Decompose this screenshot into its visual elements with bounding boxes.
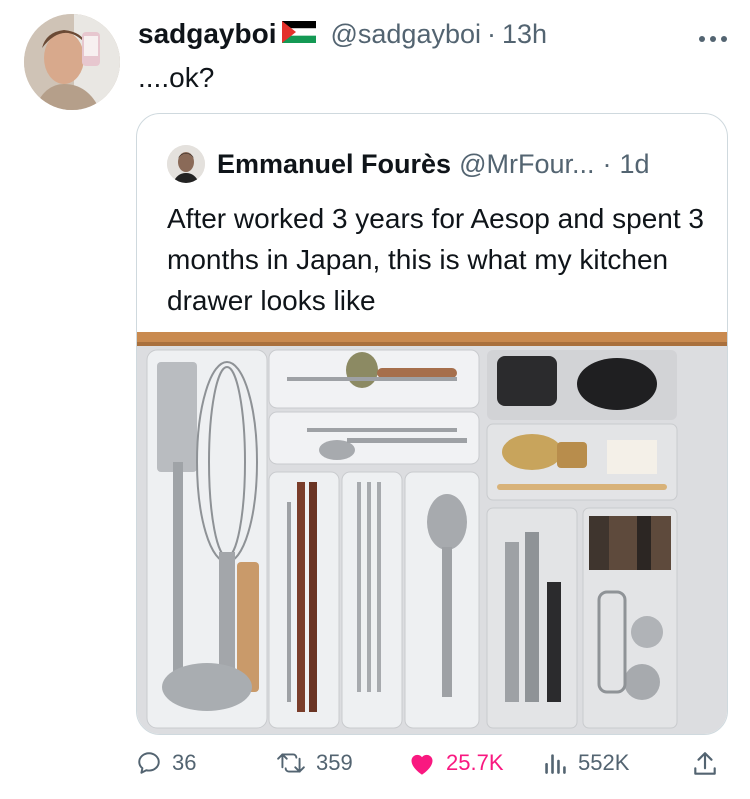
separator: · xyxy=(487,18,496,49)
display-name[interactable]: sadgayboi xyxy=(138,18,276,50)
heart-icon xyxy=(411,754,433,775)
retweet-button[interactable]: 359 xyxy=(276,750,353,776)
quoted-tweet[interactable]: Emmanuel Fourès @MrFour... · 1d After wo… xyxy=(136,113,728,735)
reply-icon xyxy=(138,752,160,774)
quoted-separator: · xyxy=(602,148,612,179)
tweet-header: sadgayboi @sadgayboi · 13h xyxy=(138,14,730,54)
quoted-handle[interactable]: @MrFour... xyxy=(459,149,594,180)
retweet-count: 359 xyxy=(316,750,353,775)
action-bar: 36 359 25.7K 552K xyxy=(136,742,726,792)
tweet-text: ....ok? xyxy=(138,62,215,93)
avatar[interactable] xyxy=(24,14,120,110)
quoted-avatar xyxy=(167,145,205,183)
avatar-photo xyxy=(24,14,120,110)
like-button[interactable]: 25.7K xyxy=(408,750,504,776)
quoted-timestamp[interactable]: 1d xyxy=(619,149,649,180)
timestamp[interactable]: 13h xyxy=(502,19,547,50)
share-button[interactable] xyxy=(692,750,728,778)
drawer-photo[interactable] xyxy=(137,332,727,734)
reply-button[interactable]: 36 xyxy=(136,750,196,776)
reply-count: 36 xyxy=(172,750,197,775)
share-icon xyxy=(694,752,716,775)
handle[interactable]: @sadgayboi xyxy=(330,19,481,50)
flag-icon xyxy=(282,20,317,48)
more-icon[interactable] xyxy=(698,30,728,48)
views-button[interactable]: 552K xyxy=(542,750,629,776)
quoted-display-name[interactable]: Emmanuel Fourès xyxy=(217,149,451,180)
views-icon xyxy=(545,754,566,774)
retweet-icon xyxy=(277,753,305,773)
views-count: 552K xyxy=(578,750,630,775)
like-count: 25.7K xyxy=(446,750,504,775)
quoted-text: After worked 3 years for Aesop and spent… xyxy=(167,203,704,316)
quoted-header: Emmanuel Fourès @MrFour... · 1d xyxy=(167,144,650,184)
